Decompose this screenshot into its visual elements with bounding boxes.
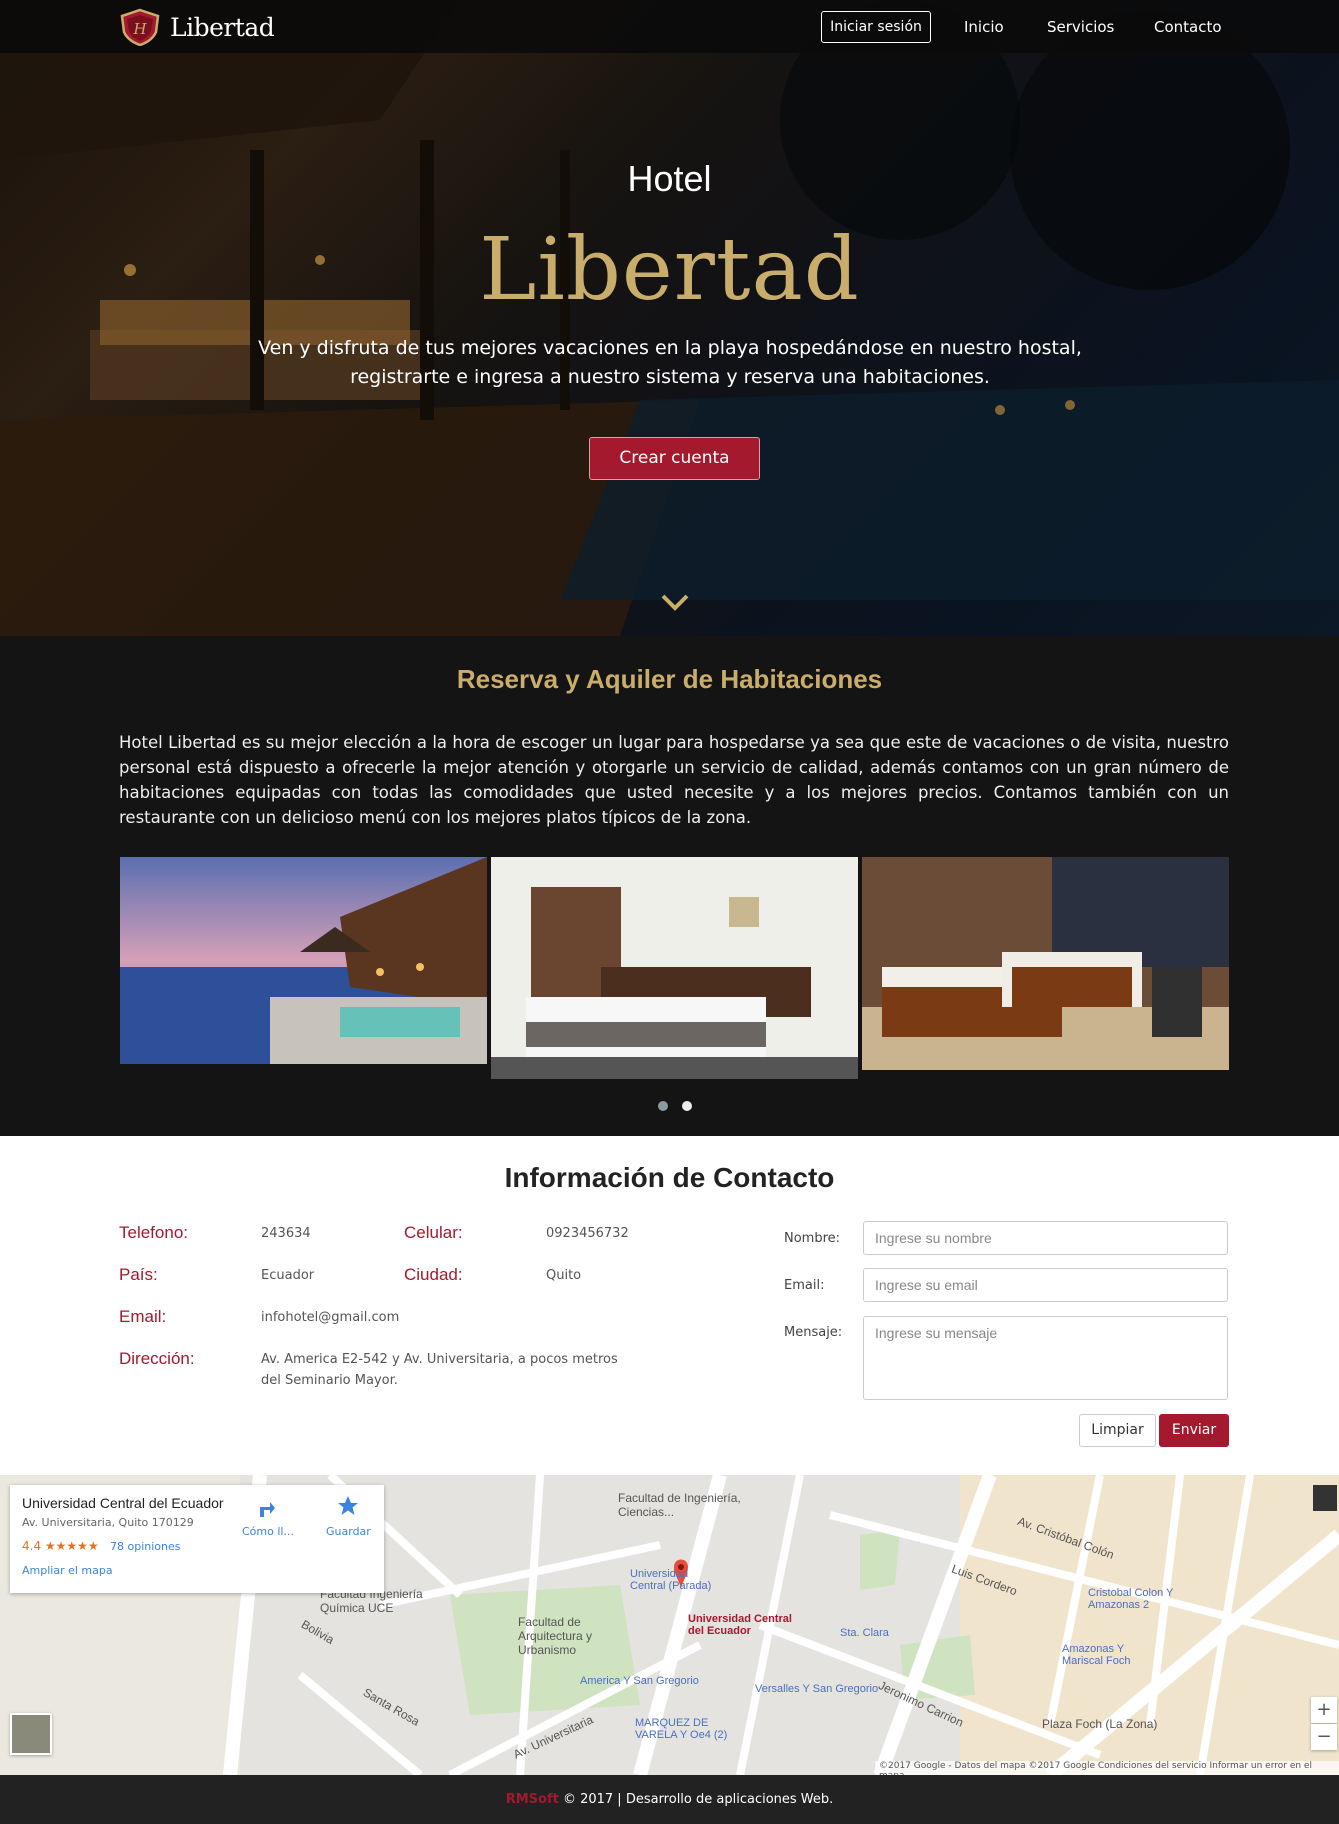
map-label-cristobal-colon-amazonas: Cristobal Colon Y Amazonas 2	[1088, 1587, 1174, 1611]
carousel-dot-2[interactable]	[682, 1101, 692, 1111]
celular-value: 0923456732	[546, 1226, 629, 1241]
nombre-input[interactable]: Ingrese su nombre	[863, 1221, 1228, 1255]
star-save-icon[interactable]	[337, 1495, 359, 1517]
zoom-out-button[interactable]: −	[1311, 1724, 1337, 1750]
telefono-label: Telefono:	[119, 1223, 188, 1242]
pais-value: Ecuador	[261, 1268, 315, 1283]
create-account-button[interactable]: Crear cuenta	[589, 437, 760, 480]
pais-label: País:	[119, 1265, 158, 1284]
carousel-image-double-room	[862, 857, 1229, 1070]
footer: RMSoft © 2017 | Desarrollo de aplicacion…	[0, 1775, 1339, 1824]
map-label-marquez-varela: MARQUEZ DE VARELA Y Oe4 (2)	[635, 1717, 728, 1741]
brand[interactable]: H Libertad	[118, 8, 275, 46]
chevron-down-icon[interactable]	[660, 592, 690, 612]
map-place-address: Av. Universitaria, Quito 170129	[22, 1516, 194, 1529]
carousel-image-beach-resort	[120, 857, 487, 1064]
reserva-description: Hotel Libertad es su mejor elección a la…	[119, 733, 1229, 827]
map-label-arquitectura: Facultad de Arquitectura y Urbanismo	[518, 1615, 593, 1657]
ciudad-value: Quito	[546, 1268, 582, 1283]
directions-button[interactable]: Cómo ll...	[242, 1525, 294, 1538]
form-mensaje-label: Mensaje:	[784, 1325, 843, 1340]
hero-title-small: Hotel	[627, 158, 712, 199]
direccion-value: Av. America E2-542 y Av. Universitaria, …	[261, 1352, 618, 1388]
hero-title-large: Libertad	[479, 220, 860, 320]
email-input[interactable]: Ingrese su email	[863, 1268, 1228, 1302]
email-label: Email:	[119, 1307, 167, 1326]
clear-button[interactable]: Limpiar	[1079, 1414, 1156, 1447]
save-place-button[interactable]: Guardar	[326, 1525, 371, 1538]
nav-link-contacto[interactable]: Contacto	[1154, 18, 1222, 36]
celular-label: Celular:	[404, 1223, 463, 1242]
map-label-america-san-gregorio: America Y San Gregorio	[580, 1675, 699, 1687]
nav-link-inicio[interactable]: Inicio	[964, 18, 1004, 36]
map-attribution: ©2017 Google - Datos del mapa ©2017 Goog…	[875, 1761, 1339, 1775]
map-label-facultad-ingenieria: Facultad de Ingeniería, Ciencias...	[618, 1491, 741, 1519]
brand-name: Libertad	[170, 12, 275, 42]
form-email-label: Email:	[784, 1278, 825, 1293]
map-marker-label[interactable]: Universidad Central del Ecuador	[688, 1613, 798, 1637]
telefono-value: 243634	[261, 1226, 311, 1241]
map-place-reviews[interactable]: 78 opiniones	[110, 1540, 181, 1553]
directions-icon[interactable]	[256, 1497, 276, 1519]
map-place-card: Universidad Central del Ecuador Av. Univ…	[10, 1485, 384, 1593]
street-view-pegman-icon[interactable]	[1313, 1485, 1337, 1511]
google-map[interactable]: Facultad de Ingeniería, Ciencias... Facu…	[0, 1475, 1339, 1775]
map-label-plaza-foch: Plaza Foch (La Zona)	[1042, 1717, 1158, 1731]
map-label-sta-clara: Sta. Clara	[840, 1627, 889, 1639]
carousel-dot-1[interactable]	[658, 1101, 668, 1111]
svg-text:H: H	[132, 20, 147, 38]
zoom-in-button[interactable]: +	[1311, 1697, 1337, 1723]
direccion-label: Dirección:	[119, 1349, 195, 1368]
email-value: infohotel@gmail.com	[261, 1310, 400, 1325]
mensaje-textarea[interactable]: Ingrese su mensaje	[863, 1316, 1228, 1400]
map-enlarge-link[interactable]: Ampliar el mapa	[22, 1564, 113, 1577]
ciudad-label: Ciudad:	[404, 1265, 463, 1284]
nav-link-servicios[interactable]: Servicios	[1047, 18, 1114, 36]
footer-brand[interactable]: RMSoft	[506, 1792, 559, 1807]
hero-section: Hotel Libertad Ven y disfruta de tus mej…	[0, 0, 1339, 636]
hero-description: Ven y disfruta de tus mejores vacaciones…	[258, 337, 1082, 388]
map-label-amazonas-foch: Amazonas Y Mariscal Foch	[1062, 1643, 1131, 1667]
send-button[interactable]: Enviar	[1159, 1414, 1229, 1447]
map-place-rating: 4.4 ★★★★★	[22, 1539, 99, 1553]
form-nombre-label: Nombre:	[784, 1231, 841, 1246]
map-label-versalles: Versalles Y San Gregorio	[755, 1683, 879, 1695]
map-label-uce-parada: Universidad Central (Parada)	[630, 1568, 712, 1592]
reserva-title: Reserva y Aquiler de Habitaciones	[456, 664, 883, 694]
contact-title: Información de Contacto	[504, 1162, 835, 1193]
footer-text: © 2017 | Desarrollo de aplicaciones Web.	[558, 1792, 834, 1807]
navbar: H Libertad Iniciar sesión Inicio Servici…	[0, 0, 1339, 53]
carousel-image-bedroom	[491, 857, 858, 1079]
satellite-toggle[interactable]	[10, 1713, 52, 1755]
shield-logo-icon: H	[120, 8, 160, 46]
login-button[interactable]: Iniciar sesión	[821, 11, 931, 43]
map-place-title: Universidad Central del Ecuador	[22, 1495, 224, 1511]
